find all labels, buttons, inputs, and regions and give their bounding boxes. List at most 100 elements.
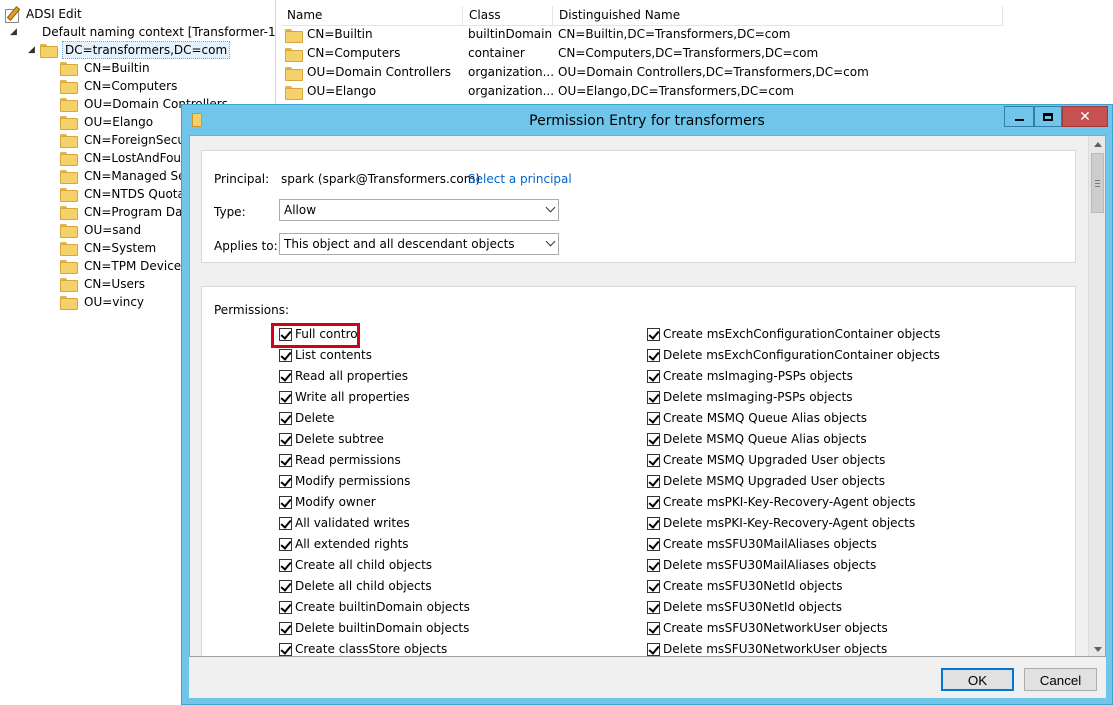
checkbox-icon[interactable] xyxy=(279,453,292,467)
permission-checkbox[interactable]: Delete msSFU30MailAliases objects xyxy=(647,556,876,574)
tree-item[interactable]: OU=sand xyxy=(60,221,143,239)
checkbox-icon[interactable] xyxy=(279,390,292,404)
tree-item[interactable]: CN=Builtin xyxy=(60,59,152,77)
permission-checkbox[interactable]: Create MSMQ Queue Alias objects xyxy=(647,409,867,427)
permission-checkbox[interactable]: Create classStore objects xyxy=(279,640,447,656)
tree-item[interactable]: CN=System xyxy=(60,239,158,257)
permission-checkbox[interactable]: Create builtinDomain objects xyxy=(279,598,470,616)
ok-button[interactable]: OK xyxy=(941,668,1014,691)
type-select[interactable]: Allow xyxy=(279,199,559,221)
collapse-icon[interactable]: ◢ xyxy=(10,23,22,41)
tree-item[interactable]: CN=LostAndFound xyxy=(60,149,198,167)
checkbox-icon[interactable] xyxy=(647,558,660,572)
minimize-button[interactable] xyxy=(1004,106,1034,127)
permission-checkbox[interactable]: List contents xyxy=(279,346,372,364)
checkbox-icon[interactable] xyxy=(279,621,292,635)
permission-checkbox[interactable]: Create msImaging-PSPs objects xyxy=(647,367,853,385)
tree-item[interactable]: CN=Computers xyxy=(60,77,179,95)
checkbox-icon[interactable] xyxy=(279,432,292,446)
tree-item[interactable]: CN=TPM Devices xyxy=(60,257,189,275)
tree-item[interactable]: CN=NTDS Quotas xyxy=(60,185,193,203)
checkbox-icon[interactable] xyxy=(279,558,292,572)
checkbox-icon[interactable] xyxy=(279,369,292,383)
maximize-button[interactable] xyxy=(1034,106,1062,127)
checkbox-icon[interactable] xyxy=(647,369,660,383)
checkbox-icon[interactable] xyxy=(279,537,292,551)
checkbox-icon[interactable] xyxy=(279,579,292,593)
tree-item-label: CN=NTDS Quotas xyxy=(84,187,192,201)
checkbox-icon[interactable] xyxy=(279,516,292,530)
permission-checkbox[interactable]: All extended rights xyxy=(279,535,409,553)
list-item[interactable]: CN=Builtin builtinDomain CN=Builtin,DC=Tra… xyxy=(281,25,790,44)
checkbox-icon[interactable] xyxy=(279,495,292,509)
permission-checkbox[interactable]: Delete msSFU30NetId objects xyxy=(647,598,842,616)
tree-domain[interactable]: ◢ DC=transformers,DC=com xyxy=(28,41,231,59)
tree-item[interactable]: CN=Users xyxy=(60,275,147,293)
checkbox-icon[interactable] xyxy=(279,348,292,362)
checkbox-icon[interactable] xyxy=(279,411,292,425)
permission-checkbox[interactable]: Delete xyxy=(279,409,334,427)
column-class[interactable]: Class xyxy=(463,6,553,25)
cancel-button[interactable]: Cancel xyxy=(1024,668,1097,691)
permission-checkbox[interactable]: Read all properties xyxy=(279,367,408,385)
permission-checkbox[interactable]: Delete subtree xyxy=(279,430,384,448)
dialog-titlebar[interactable]: Permission Entry for transformers ✕ xyxy=(182,105,1112,135)
list-item[interactable]: OU=Elango organization... OU=Elango,DC=Tra… xyxy=(281,82,794,101)
checkbox-icon[interactable] xyxy=(279,642,292,656)
permission-checkbox[interactable]: Create msSFU30NetId objects xyxy=(647,577,842,595)
permission-label: Delete MSMQ Upgraded User objects xyxy=(663,474,885,488)
scroll-thumb[interactable] xyxy=(1091,153,1104,213)
permission-checkbox[interactable]: Delete msPKI-Key-Recovery-Agent objects xyxy=(647,514,915,532)
column-name[interactable]: Name xyxy=(281,6,463,25)
permission-checkbox[interactable]: Read permissions xyxy=(279,451,401,469)
scroll-up-button[interactable] xyxy=(1089,136,1105,153)
scroll-down-button[interactable] xyxy=(1089,641,1105,656)
permission-checkbox[interactable]: Create msSFU30MailAliases objects xyxy=(647,535,877,553)
tree-context[interactable]: ◢ Default naming context [Transformer-1.… xyxy=(10,23,275,41)
permission-checkbox[interactable]: All validated writes xyxy=(279,514,410,532)
checkbox-icon[interactable] xyxy=(647,390,660,404)
tree-item[interactable]: OU=vincy xyxy=(60,293,146,311)
checkbox-icon[interactable] xyxy=(647,348,660,362)
permission-checkbox[interactable]: Delete builtinDomain objects xyxy=(279,619,469,637)
tree-root[interactable]: ADSI Edit xyxy=(4,5,84,23)
permission-checkbox[interactable]: Create all child objects xyxy=(279,556,432,574)
checkbox-icon[interactable] xyxy=(647,411,660,425)
tree-item[interactable]: OU=Elango xyxy=(60,113,155,131)
checkbox-icon[interactable] xyxy=(279,474,292,488)
checkbox-icon[interactable] xyxy=(647,621,660,635)
tree-item[interactable]: CN=Program Data xyxy=(60,203,197,221)
select-principal-link[interactable]: Select a principal xyxy=(468,172,572,186)
checkbox-icon[interactable] xyxy=(647,642,660,656)
permission-checkbox[interactable]: Delete msSFU30NetworkUser objects xyxy=(647,640,887,656)
checkbox-icon[interactable] xyxy=(647,474,660,488)
permission-checkbox[interactable]: Create msExchConfigurationContainer obje… xyxy=(647,325,940,343)
checkbox-icon[interactable] xyxy=(647,453,660,467)
permission-checkbox[interactable]: Delete msExchConfigurationContainer obje… xyxy=(647,346,940,364)
list-item[interactable]: OU=Domain Controllers organization... OU=D… xyxy=(281,63,869,82)
permission-checkbox[interactable]: Create msPKI-Key-Recovery-Agent objects xyxy=(647,493,916,511)
collapse-icon[interactable]: ◢ xyxy=(28,41,40,59)
permission-checkbox[interactable]: Modify permissions xyxy=(279,472,410,490)
applies-to-select[interactable]: This object and all descendant objects xyxy=(279,233,559,255)
list-item[interactable]: CN=Computers container CN=Computers,DC=Tra… xyxy=(281,44,818,63)
vertical-scrollbar[interactable] xyxy=(1088,136,1105,656)
checkbox-icon[interactable] xyxy=(647,495,660,509)
permission-checkbox[interactable]: Delete MSMQ Upgraded User objects xyxy=(647,472,885,490)
permission-checkbox[interactable]: Delete MSMQ Queue Alias objects xyxy=(647,430,867,448)
permission-checkbox[interactable]: Create MSMQ Upgraded User objects xyxy=(647,451,885,469)
column-dn[interactable]: Distinguished Name xyxy=(553,6,1003,25)
permission-checkbox[interactable]: Delete all child objects xyxy=(279,577,432,595)
close-button[interactable]: ✕ xyxy=(1062,106,1108,127)
checkbox-icon[interactable] xyxy=(647,600,660,614)
checkbox-icon[interactable] xyxy=(647,327,660,341)
checkbox-icon[interactable] xyxy=(647,579,660,593)
checkbox-icon[interactable] xyxy=(647,432,660,446)
checkbox-icon[interactable] xyxy=(647,516,660,530)
permission-checkbox[interactable]: Write all properties xyxy=(279,388,410,406)
permission-checkbox[interactable]: Delete msImaging-PSPs objects xyxy=(647,388,852,406)
permission-checkbox[interactable]: Create msSFU30NetworkUser objects xyxy=(647,619,888,637)
checkbox-icon[interactable] xyxy=(279,600,292,614)
permission-checkbox[interactable]: Modify owner xyxy=(279,493,376,511)
checkbox-icon[interactable] xyxy=(647,537,660,551)
